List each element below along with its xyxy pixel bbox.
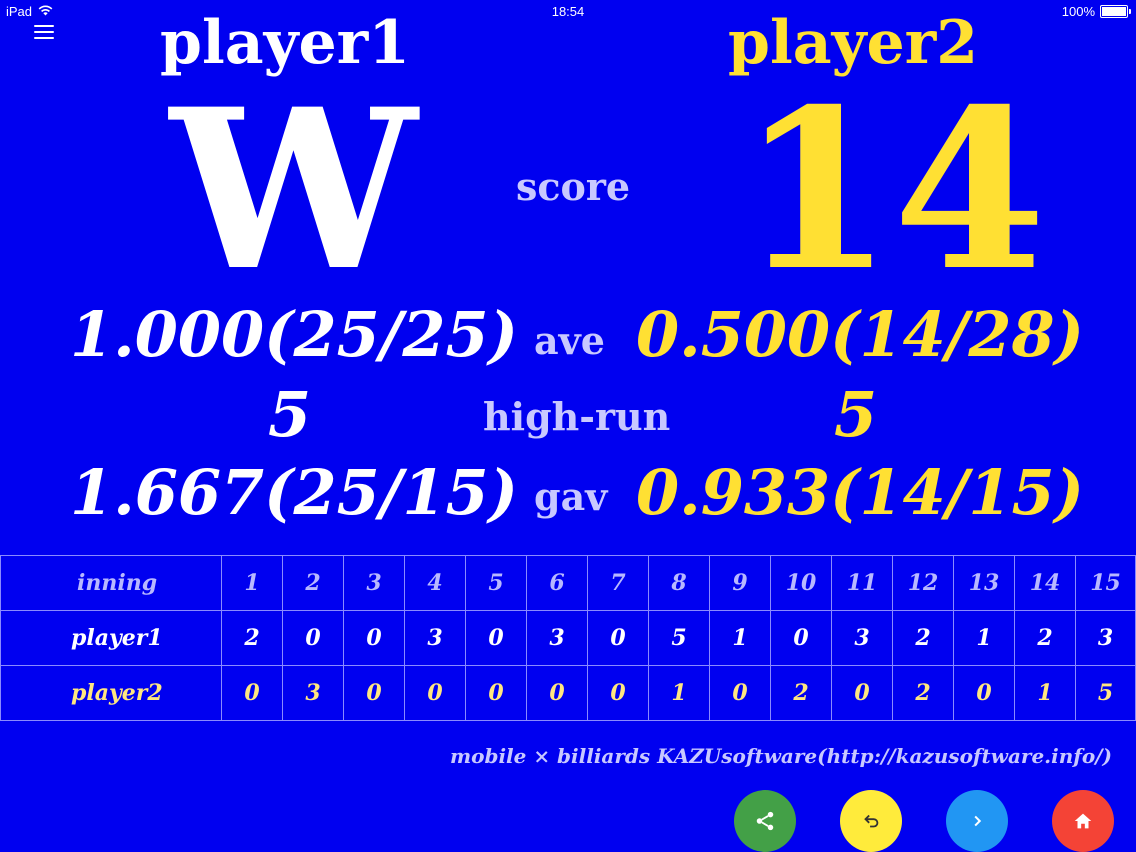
player2-score: 14 <box>740 60 1047 319</box>
footer-credit: mobile × billiards KAZUsoftware(http://k… <box>449 744 1112 768</box>
battery-percent: 100% <box>1061 4 1095 19</box>
share-button[interactable] <box>734 790 796 852</box>
player1-inning-score: 0 <box>343 610 405 666</box>
chevron-right-icon <box>974 815 982 827</box>
high-run-label: high-run <box>483 394 671 439</box>
player2-gav: 0.933(14/15) <box>636 456 1085 529</box>
player1-inning-score: 1 <box>953 610 1015 666</box>
gav-label: gav <box>534 474 608 519</box>
player2-inning-score: 5 <box>1075 665 1136 721</box>
player2-inning-score: 0 <box>526 665 588 721</box>
inning-number: 8 <box>648 555 710 611</box>
undo-button[interactable] <box>840 790 902 852</box>
inning-number: 10 <box>770 555 832 611</box>
player2-inning-score: 0 <box>465 665 527 721</box>
player2-high-run: 5 <box>834 378 878 451</box>
player2-inning-score: 0 <box>404 665 466 721</box>
player1-gav: 1.667(25/15) <box>70 456 519 529</box>
innings-header-row: inning 1 2 3 4 5 6 7 8 9 10 11 12 13 14 … <box>0 555 1136 611</box>
player2-innings-row: player2 0 3 0 0 0 0 0 1 0 2 0 2 0 1 5 <box>0 665 1136 721</box>
player1-inning-score: 0 <box>770 610 832 666</box>
inning-number: 1 <box>221 555 283 611</box>
player2-inning-score: 3 <box>282 665 344 721</box>
player1-inning-score: 0 <box>465 610 527 666</box>
inning-number: 12 <box>892 555 954 611</box>
player2-inning-score: 0 <box>343 665 405 721</box>
player1-inning-score: 3 <box>526 610 588 666</box>
player1-inning-score: 2 <box>1014 610 1076 666</box>
inning-number: 2 <box>282 555 344 611</box>
player1-average: 1.000(25/25) <box>70 298 519 371</box>
inning-number: 9 <box>709 555 771 611</box>
inning-number: 15 <box>1075 555 1136 611</box>
inning-number: 6 <box>526 555 588 611</box>
player2-inning-score: 1 <box>1014 665 1076 721</box>
undo-icon <box>864 814 879 828</box>
player1-inning-score: 3 <box>831 610 893 666</box>
player2-inning-score: 1 <box>648 665 710 721</box>
inning-number: 5 <box>465 555 527 611</box>
player2-inning-score: 2 <box>892 665 954 721</box>
inning-number: 13 <box>953 555 1015 611</box>
player1-inning-score: 1 <box>709 610 771 666</box>
player1-score: W <box>170 60 418 319</box>
player2-inning-score: 0 <box>831 665 893 721</box>
player1-high-run: 5 <box>268 378 312 451</box>
player1-inning-score: 3 <box>1075 610 1136 666</box>
inning-number: 11 <box>831 555 893 611</box>
player1-row-label: player1 <box>0 610 222 666</box>
player1-inning-score: 2 <box>221 610 283 666</box>
player2-inning-score: 0 <box>587 665 649 721</box>
home-button[interactable] <box>1052 790 1114 852</box>
player2-inning-score: 0 <box>709 665 771 721</box>
player1-inning-score: 0 <box>282 610 344 666</box>
battery-icon <box>1100 5 1131 18</box>
menu-button[interactable] <box>34 24 56 40</box>
inning-number: 4 <box>404 555 466 611</box>
status-right: 100% <box>1061 4 1131 19</box>
player1-innings-row: player1 2 0 0 3 0 3 0 5 1 0 3 2 1 2 3 <box>0 610 1136 666</box>
innings-table: inning 1 2 3 4 5 6 7 8 9 10 11 12 13 14 … <box>0 555 1136 721</box>
share-icon <box>756 811 774 831</box>
player2-inning-score: 0 <box>221 665 283 721</box>
next-button[interactable] <box>946 790 1008 852</box>
inning-number: 3 <box>343 555 405 611</box>
player2-inning-score: 2 <box>770 665 832 721</box>
inning-header-label: inning <box>0 555 222 611</box>
player1-inning-score: 3 <box>404 610 466 666</box>
player2-average: 0.500(14/28) <box>636 298 1085 371</box>
inning-number: 14 <box>1014 555 1076 611</box>
player2-inning-score: 0 <box>953 665 1015 721</box>
player2-row-label: player2 <box>0 665 222 721</box>
average-label: ave <box>534 318 605 363</box>
score-label: score <box>516 164 631 209</box>
inning-number: 7 <box>587 555 649 611</box>
player1-inning-score: 5 <box>648 610 710 666</box>
player1-inning-score: 0 <box>587 610 649 666</box>
home-icon <box>1074 813 1092 829</box>
player1-inning-score: 2 <box>892 610 954 666</box>
